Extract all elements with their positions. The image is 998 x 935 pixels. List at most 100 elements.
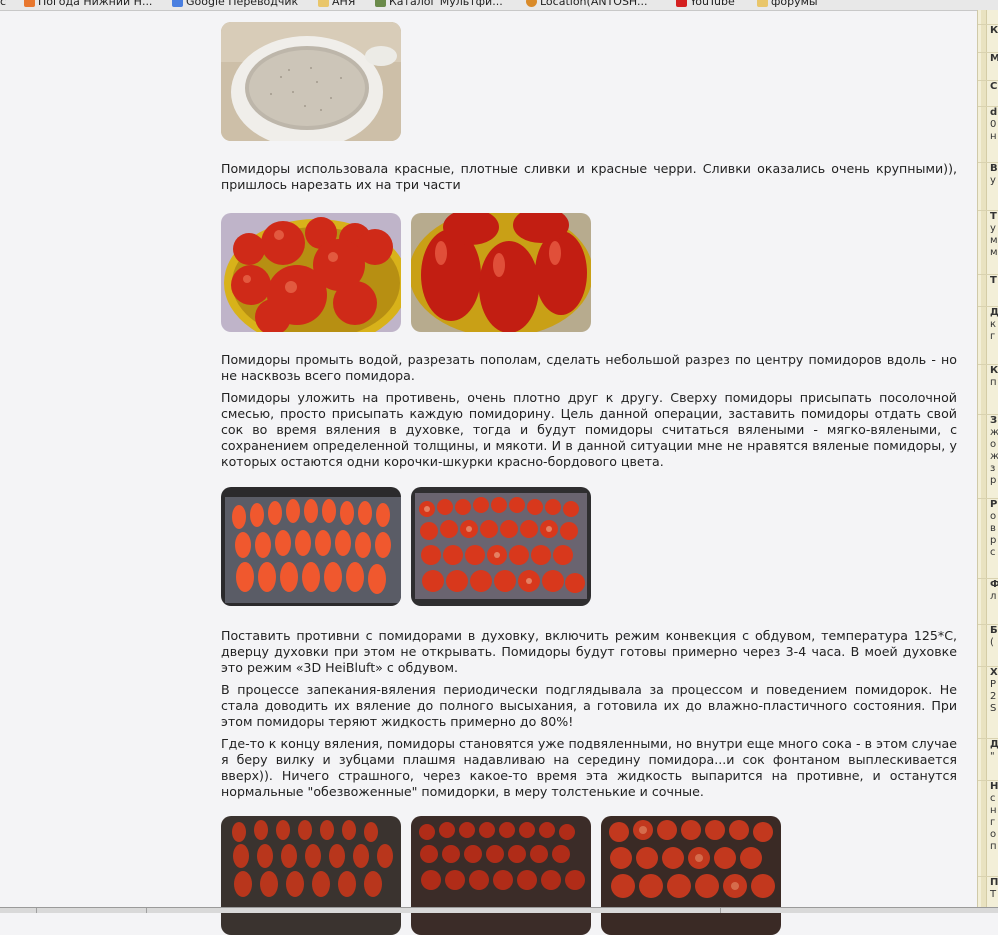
dried-halves-photo[interactable] [221, 816, 401, 935]
sidebar-entry[interactable]: М [978, 52, 998, 65]
sidebar-entry-text: у [990, 175, 996, 186]
sidebar-entry-text: 2 [990, 691, 997, 702]
sidebar-entry-text: г [990, 331, 996, 342]
location-icon [526, 0, 537, 7]
photo-row-dried [221, 816, 957, 935]
sidebar-entry-text: Р [990, 499, 998, 510]
paragraph-tomato-types: Помидоры использовала красные, плотные с… [221, 161, 957, 192]
sidebar-entry-text: м [990, 247, 998, 258]
bookmark-overflow[interactable]: c [0, 0, 6, 8]
sidebar-entry[interactable]: Роврс [978, 498, 998, 559]
sidebar-entry-text: З [990, 415, 998, 426]
sidebar-entry-text: р [990, 535, 997, 546]
sidebar-entry-text: П [990, 877, 998, 888]
status-segment [146, 908, 147, 913]
sidebar-entry[interactable]: С [978, 80, 998, 93]
bookmarks-bar: c Погода Нижний Н... Google Переводчик А… [0, 0, 998, 11]
sidebar-entry-text: п [990, 377, 997, 388]
sidebar-entry[interactable]: Тумм [978, 210, 998, 259]
photo-row-fresh-tomatoes [221, 213, 957, 332]
bookmark-forums[interactable]: форумы [757, 0, 818, 8]
bookmark-label: Каталог Мультфи... [389, 0, 503, 8]
sidebar-entry-text: ж [990, 451, 998, 463]
sidebar-entry-text: о [990, 439, 997, 450]
bookmark-translate[interactable]: Google Переводчик [172, 0, 298, 8]
sidebar-entry[interactable]: Кп [978, 364, 998, 389]
sidebar-entry-text: ж [990, 427, 998, 439]
bookmark-label: Погода Нижний Н... [38, 0, 153, 8]
sidebar-entry[interactable]: Ву [978, 162, 998, 187]
sidebar-entry-text: л [990, 591, 997, 602]
sidebar-entry-text: с [990, 547, 996, 558]
status-bar [0, 907, 998, 913]
sidebar-entry[interactable]: Т [978, 274, 998, 287]
bookmark-anya[interactable]: АНЯ [318, 0, 355, 8]
sidebar-entry-text: р [990, 475, 997, 486]
sidebar-entry-text: С [990, 81, 998, 92]
sidebar-entry-text: d [990, 107, 998, 118]
sidebar-entry-text: з [990, 463, 996, 474]
photo-row-trays [221, 487, 957, 606]
bookmark-weather[interactable]: Погода Нижний Н... [24, 0, 152, 8]
sidebar-entry-text: М [990, 53, 998, 65]
catalog-icon [375, 0, 386, 7]
sidebar-entry-text: с [990, 793, 996, 804]
sidebar-entry[interactable]: Б( [978, 624, 998, 649]
sidebar-entry[interactable]: ПТ [978, 876, 998, 901]
sidebar-entry-text: S [990, 703, 997, 714]
sidebar-entry[interactable]: Дкг [978, 306, 998, 343]
dried-cherry-photo-2[interactable] [601, 816, 781, 935]
folder-icon [757, 0, 768, 7]
halved-tomatoes-tray-photo[interactable] [221, 487, 401, 606]
plum-tomatoes-photo[interactable] [411, 213, 591, 332]
photo-row-salt [221, 22, 957, 141]
sidebar-entry[interactable]: Зжожзр [978, 414, 998, 487]
sidebar-entry-text: Д [990, 307, 998, 319]
status-segment [720, 908, 721, 913]
sidebar-entry-text: м [990, 235, 998, 246]
sidebar-entry-text: ( [990, 637, 994, 648]
sidebar-entry-text: к [990, 319, 997, 330]
bookmark-location[interactable]: Location(ANTOSH... [526, 0, 648, 8]
sidebar-entry[interactable]: Нснгоп [978, 780, 998, 853]
cherry-tomatoes-photo[interactable] [221, 213, 401, 332]
sidebar-entry-text: в [990, 523, 996, 534]
sidebar-entry-text: К [990, 365, 998, 376]
sidebar-entry[interactable]: К [978, 24, 998, 37]
bookmark-label: Location(ANTOSH... [540, 0, 648, 8]
youtube-icon [676, 0, 687, 7]
sidebar-entry[interactable]: d0н [978, 106, 998, 143]
sidebar-entry-text: В [990, 163, 998, 174]
bookmark-youtube[interactable]: YouTube [676, 0, 735, 8]
sidebar-entry-text: К [990, 25, 998, 36]
paragraph-arrange-salt: Помидоры уложить на противень, очень пло… [221, 390, 957, 469]
bookmark-label: Google Переводчик [186, 0, 299, 8]
sidebar-entry-text: Х [990, 667, 998, 678]
sidebar-entry-text: о [990, 511, 997, 522]
sidebar-entry-text: Т [990, 889, 997, 900]
sidebar-entry-text: " [990, 751, 995, 762]
sidebar-entry[interactable]: Фл [978, 578, 998, 603]
paragraph-juice-release: Где-то к концу вяления, помидоры становя… [221, 736, 957, 799]
sidebar-entry-text: н [990, 131, 997, 142]
sidebar-entry-text: Р [990, 679, 997, 690]
bookmark-label: форумы [771, 0, 818, 8]
weather-icon [24, 0, 35, 7]
article-body: Помидоры использовала красные, плотные с… [221, 22, 957, 935]
paragraph-wash-cut: Помидоры промыть водой, разрезать попола… [221, 352, 957, 383]
status-segment [36, 908, 37, 913]
right-sidebar: КМСd0нВуТуммТДкгКпЗжожзрРоврсФлБ(ХР2SД"Н… [977, 10, 998, 908]
sidebar-entry-text: Т [990, 275, 997, 286]
sidebar-entry[interactable]: Д" [978, 738, 998, 763]
dried-cherry-photo-1[interactable] [411, 816, 591, 935]
salt-mixture-photo[interactable] [221, 22, 401, 141]
bookmark-catalog[interactable]: Каталог Мультфи... [375, 0, 503, 8]
translate-icon [172, 0, 183, 7]
folder-icon [318, 0, 329, 7]
sidebar-entry-text: н [990, 805, 997, 816]
sidebar-entry-text: Н [990, 781, 998, 792]
bookmark-label: YouTube [690, 0, 735, 8]
cherry-tomatoes-tray-photo[interactable] [411, 487, 591, 606]
sidebar-entry-text: Т [990, 211, 997, 222]
sidebar-entry[interactable]: ХР2S [978, 666, 998, 715]
